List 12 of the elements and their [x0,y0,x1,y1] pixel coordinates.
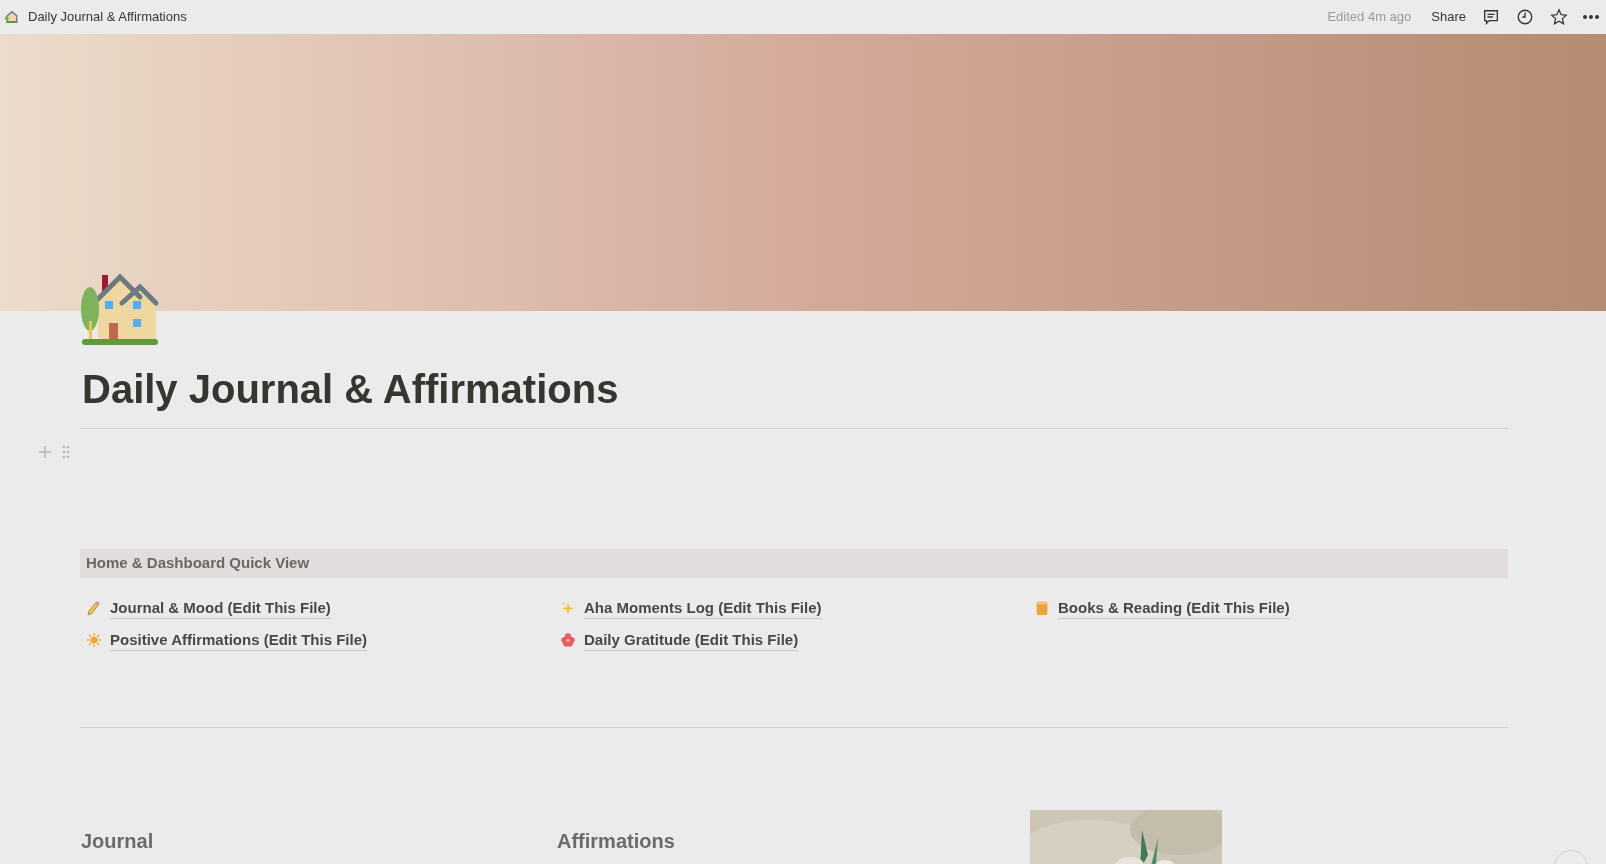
edited-time: Edited 4m ago [1327,8,1412,27]
section-heading: Affirmations [556,829,676,854]
callout-header: Home & Dashboard Quick View [80,549,1508,578]
section-heading: Journal [80,829,155,854]
page-link[interactable]: Positive Affirmations (Edit This File) [110,629,367,651]
page-link[interactable]: Books & Reading (Edit This File) [1058,597,1290,619]
page-link[interactable]: Aha Moments Log (Edit This File) [584,597,822,619]
page-title: Daily Journal & Affirmations [81,366,620,413]
page-link[interactable]: Daily Gratitude (Edit This File) [584,629,799,651]
page-title[interactable]: Daily Journal & Affirmations [28,7,187,27]
page-link[interactable]: Journal & Mood (Edit This File) [110,597,331,619]
share-button[interactable]: Share [1431,7,1466,27]
